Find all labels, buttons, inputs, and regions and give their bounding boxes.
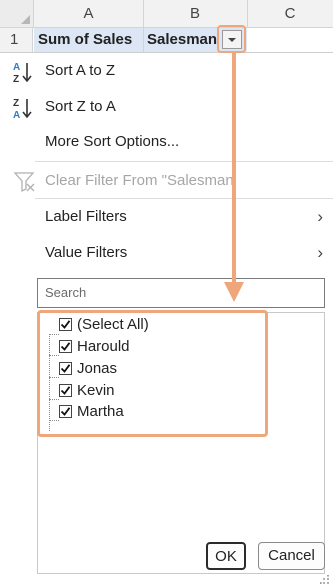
annotation-highlight-list xyxy=(37,310,268,437)
column-header-a[interactable]: A xyxy=(34,0,144,27)
sort-a-to-z-label: Sort A to Z xyxy=(45,62,116,79)
menu-item-value-filters[interactable]: Value Filters › xyxy=(0,237,333,269)
more-sort-options-label: More Sort Options... xyxy=(45,133,180,150)
sort-a-to-z-icon: A Z xyxy=(13,62,32,84)
menu-separator xyxy=(35,198,333,199)
label-filters-label: Label Filters xyxy=(45,208,127,225)
row-number[interactable]: 1 xyxy=(0,28,33,52)
ok-button[interactable]: OK xyxy=(206,542,246,570)
svg-text:A: A xyxy=(13,62,20,73)
menu-item-sort-a-to-z[interactable]: A Z Sort A to Z xyxy=(0,55,333,87)
select-all-corner[interactable] xyxy=(0,0,34,27)
value-filters-label: Value Filters xyxy=(45,244,128,261)
sort-z-to-a-label: Sort Z to A xyxy=(45,98,116,115)
column-header-row: A B C xyxy=(0,0,333,28)
annotation-highlight-dropdown xyxy=(217,25,246,53)
annotation-arrow-icon xyxy=(224,52,244,302)
column-header-b[interactable]: B xyxy=(143,0,248,27)
menu-item-clear-filter: Clear Filter From "Salesman xyxy=(0,165,333,197)
svg-text:A: A xyxy=(13,110,20,120)
clear-filter-label: Clear Filter From "Salesman xyxy=(45,172,234,189)
svg-text:Z: Z xyxy=(13,98,19,109)
menu-item-sort-z-to-a[interactable]: Z A Sort Z to A xyxy=(0,91,333,123)
menu-item-more-sort-options[interactable]: More Sort Options... xyxy=(0,126,333,158)
menu-separator xyxy=(35,161,333,162)
svg-text:Z: Z xyxy=(13,74,19,84)
clear-filter-icon xyxy=(13,172,35,193)
search-input[interactable]: Search xyxy=(37,278,325,308)
column-header-c[interactable]: C xyxy=(247,0,333,27)
filter-menu: A Z Sort A to Z Z A Sort Z to A More Sor… xyxy=(0,52,333,588)
cancel-button[interactable]: Cancel xyxy=(258,542,325,570)
menu-item-label-filters[interactable]: Label Filters › xyxy=(0,201,333,233)
chevron-right-icon: › xyxy=(317,207,323,226)
resize-grip-icon[interactable] xyxy=(320,575,330,585)
cell-a1-sum-of-sales[interactable]: Sum of Sales xyxy=(34,28,143,52)
sort-z-to-a-icon: Z A xyxy=(13,98,32,120)
row-1: 1 Sum of Sales Salesman xyxy=(0,28,333,53)
chevron-right-icon: › xyxy=(317,243,323,262)
